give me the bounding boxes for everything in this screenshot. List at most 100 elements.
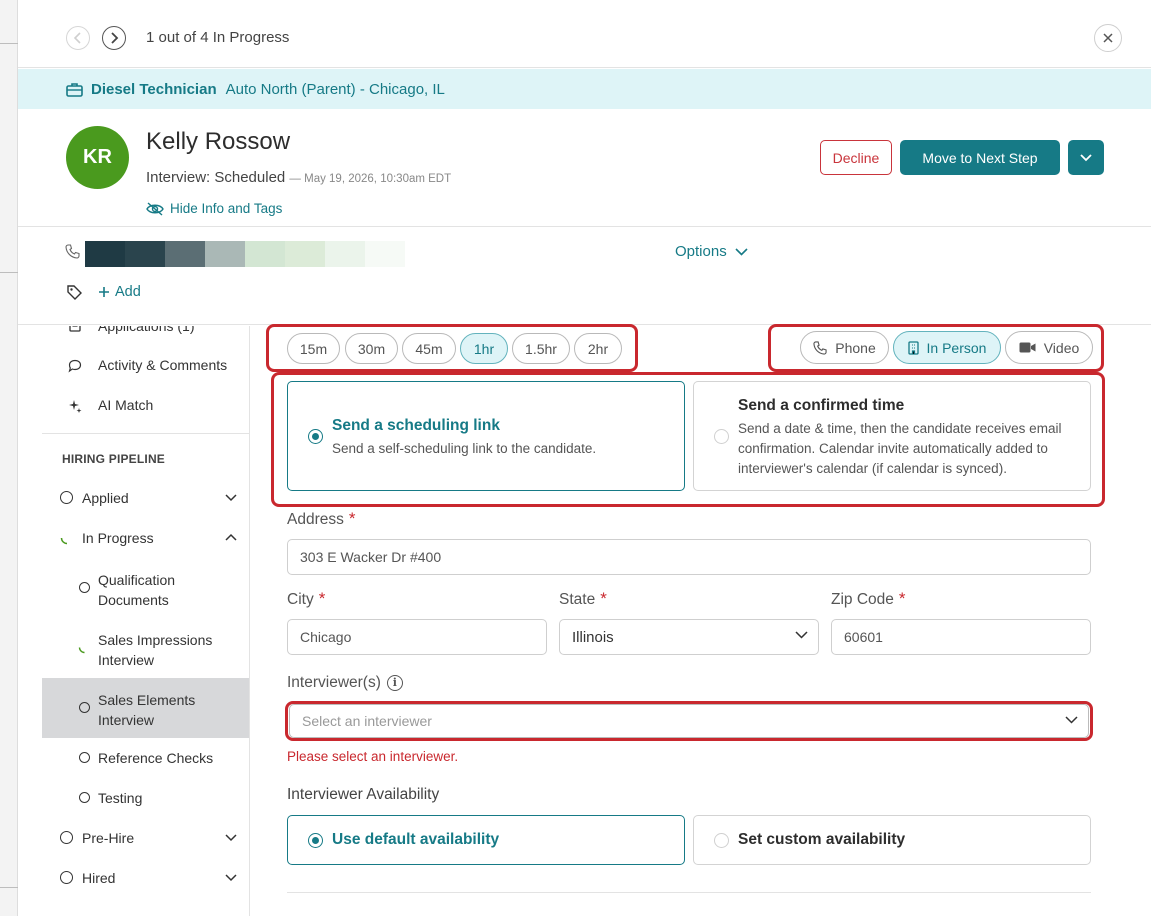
sidebar-item-ai-match[interactable]: AI Match [42,397,249,421]
status-text: Interview: Scheduled [146,169,286,186]
close-button[interactable] [1094,24,1122,52]
backdrop-divider [0,272,18,273]
substage-sales-elements-interview[interactable]: Sales Elements Interview [42,686,249,730]
comment-icon [68,359,82,373]
duration-1-5hr[interactable]: 1.5hr [512,333,570,364]
substage-sales-impressions-interview[interactable]: Sales Impressions Interview [42,626,249,670]
add-tag-button[interactable]: Add [98,284,141,300]
move-to-next-step-button[interactable]: Move to Next Step [900,140,1060,175]
radio-unselected[interactable] [714,833,729,848]
availability-custom-label: Set custom availability [738,831,906,848]
city-label: City * [287,589,326,608]
stage-label: Reference Checks [98,750,214,766]
stage-label: Pre-Hire [82,830,135,846]
eye-slash-icon [146,201,164,216]
substage-qualification-documents[interactable]: Qualification Documents [42,566,249,610]
stage-label: Applied [82,490,129,506]
sidebar-item-activity[interactable]: Activity & Comments [42,357,249,381]
stage-status-icon [79,702,90,713]
sidebar-item-label: Activity & Comments [98,357,228,373]
interviewers-label: Interviewer(s) i [287,674,403,692]
avatar: KR [66,126,129,189]
mode-in-person[interactable]: In Person [893,331,1001,364]
sidebar-item-label: AI Match [98,397,154,413]
candidate-name: Kelly Rossow [146,128,291,155]
stage-label: In Progress [82,530,154,546]
availability-custom-option[interactable]: Set custom availability [693,815,1091,865]
address-input[interactable]: 303 E Wacker Dr #400 [287,539,1091,575]
decline-button[interactable]: Decline [820,140,892,175]
hiring-pipeline-heading: HIRING PIPELINE [62,452,166,466]
option-description: Send a self-scheduling link to the candi… [332,441,597,456]
hide-info-toggle[interactable]: Hide Info and Tags [146,201,282,216]
building-icon [907,340,919,355]
interviewer-error-message: Please select an interviewer. [287,749,459,764]
chevron-down-icon [735,247,748,256]
city-input[interactable]: Chicago [287,619,547,655]
redaction-block [365,241,405,267]
stage-status-icon [79,792,90,803]
briefcase-icon [66,82,83,97]
duration-1hr[interactable]: 1hr [460,333,508,364]
option-send-scheduling-link[interactable]: Send a scheduling link Send a self-sched… [287,381,685,491]
chevron-down-icon [1065,716,1078,724]
option-send-confirmed-time[interactable]: Send a confirmed time Send a date & time… [693,381,1091,491]
stage-status-icon [60,491,73,504]
chevron-down-icon [225,834,237,842]
redaction-block [325,241,365,267]
stage-label: Testing [98,790,143,806]
job-company-link[interactable]: Auto North (Parent) - Chicago, IL [226,81,445,98]
next-candidate-button[interactable] [102,26,126,50]
mode-video[interactable]: Video [1005,331,1093,364]
sidebar-item-label: Applications (1) [98,326,195,334]
mode-phone[interactable]: Phone [800,331,889,364]
chevron-down-icon [225,874,237,882]
sidebar-item-applications[interactable]: Applications (1) [42,326,249,342]
contact-info: Options Add [18,226,1151,325]
chevron-down-icon [795,631,808,639]
candidate-status: Interview: Scheduled — May 19, 2026, 10:… [146,169,451,186]
more-actions-button[interactable] [1068,140,1104,175]
candidate-drawer: 1 out of 4 In Progress Diesel Technician… [18,0,1151,916]
redacted-phone-number [85,241,405,267]
radio-selected[interactable] [308,833,323,848]
radio-selected[interactable] [308,429,323,444]
stage-in-progress[interactable]: In Progress [42,526,249,550]
chevron-left-icon [73,32,81,44]
mode-label: In Person [926,339,987,356]
availability-default-option[interactable]: Use default availability [287,815,685,865]
duration-2hr[interactable]: 2hr [574,333,622,364]
stage-pre-hire[interactable]: Pre-Hire [42,826,249,850]
duration-45m[interactable]: 45m [402,333,456,364]
progress-ring-icon [60,537,68,545]
sidebar-divider [42,433,249,434]
add-tag-label: Add [115,284,141,300]
options-dropdown[interactable]: Options [675,243,748,260]
option-title: Send a confirmed time [738,397,905,414]
stage-hired[interactable]: Hired [42,866,249,890]
availability-default-label: Use default availability [332,831,500,848]
duration-30m[interactable]: 30m [345,333,398,364]
chevron-right-icon [111,32,119,44]
radio-unselected[interactable] [714,429,729,444]
state-select[interactable]: Illinois [559,619,819,655]
phone-icon [65,244,80,259]
duration-15m[interactable]: 15m [287,333,340,364]
previous-candidate-button[interactable] [66,26,90,50]
phone-icon [813,340,827,355]
progress-ring-icon [78,647,85,654]
stage-applied[interactable]: Applied [42,486,249,510]
availability-label: Interviewer Availability [287,786,440,803]
address-label: Address * [287,509,356,528]
tag-icon [67,285,82,300]
zip-input[interactable]: 60601 [831,619,1091,655]
job-title-link[interactable]: Diesel Technician [91,81,217,98]
substage-reference-checks[interactable]: Reference Checks [42,746,249,770]
info-icon[interactable]: i [386,674,403,691]
stage-status-icon [79,582,90,593]
substage-testing[interactable]: Testing [42,786,249,810]
stage-status-icon [60,871,73,884]
drawer-topbar: 1 out of 4 In Progress [18,0,1151,68]
interviewer-select[interactable]: Select an interviewer [289,704,1089,738]
chevron-up-icon [225,533,237,541]
